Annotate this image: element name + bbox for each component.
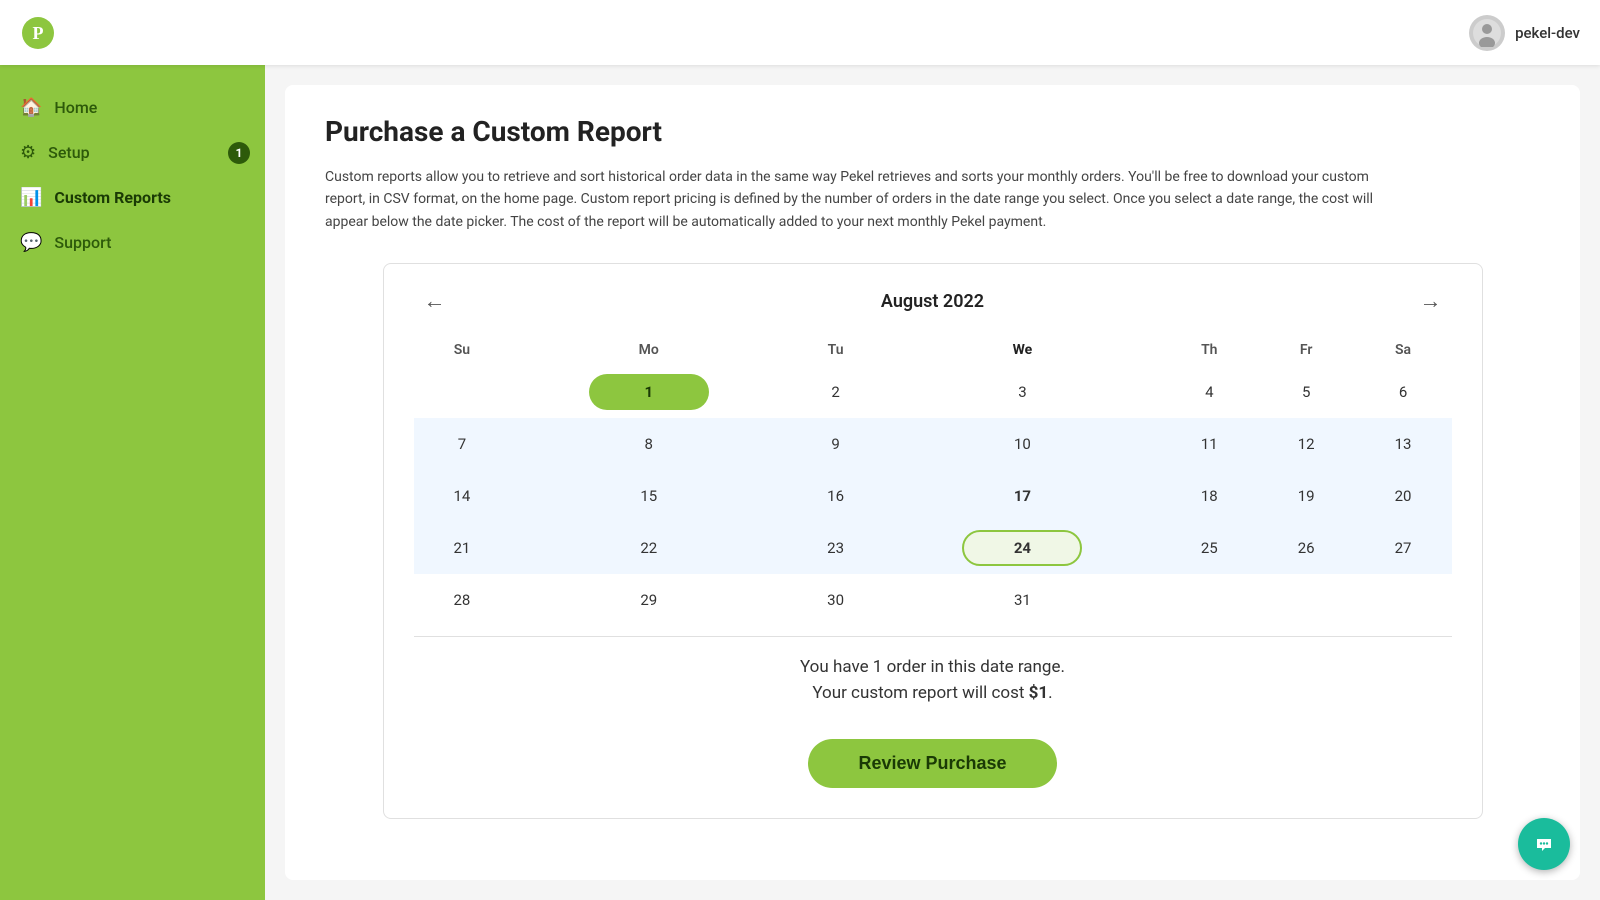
day-15[interactable]: 15 xyxy=(510,470,787,522)
day-23[interactable]: 23 xyxy=(787,522,884,574)
day-empty-4 xyxy=(1355,574,1452,626)
day-3[interactable]: 3 xyxy=(884,366,1161,418)
calendar-week-1: 1 2 3 4 5 6 xyxy=(414,366,1452,418)
day-17[interactable]: 17 xyxy=(884,470,1161,522)
chat-widget[interactable] xyxy=(1518,818,1570,870)
calendar-weekdays-row: Su Mo Tu We Th Fr Sa xyxy=(414,334,1452,366)
avatar xyxy=(1469,15,1505,51)
day-19[interactable]: 19 xyxy=(1258,470,1355,522)
user-info[interactable]: pekel-dev xyxy=(1469,15,1580,51)
day-empty-3 xyxy=(1258,574,1355,626)
username: pekel-dev xyxy=(1515,24,1580,42)
day-27[interactable]: 27 xyxy=(1355,522,1452,574)
next-month-button[interactable]: → xyxy=(1409,284,1451,318)
summary-line1: You have 1 order in this date range. xyxy=(414,657,1452,677)
custom-reports-icon: 📊 xyxy=(20,187,42,208)
day-9[interactable]: 9 xyxy=(787,418,884,470)
weekday-we: We xyxy=(884,334,1161,366)
home-icon: 🏠 xyxy=(20,97,42,118)
sidebar-item-home-label: Home xyxy=(54,98,97,117)
day-29[interactable]: 29 xyxy=(510,574,787,626)
page-description: Custom reports allow you to retrieve and… xyxy=(325,166,1375,233)
weekday-sa: Sa xyxy=(1355,334,1452,366)
day-11[interactable]: 11 xyxy=(1161,418,1258,470)
day-25[interactable]: 25 xyxy=(1161,522,1258,574)
day-empty-2 xyxy=(1161,574,1258,626)
setup-icon: ⚙ xyxy=(20,142,36,163)
day-24[interactable]: 24 xyxy=(884,522,1161,574)
calendar-week-4: 21 22 23 24 25 26 27 xyxy=(414,522,1452,574)
content-area: Purchase a Custom Report Custom reports … xyxy=(265,65,1600,900)
content-card: Purchase a Custom Report Custom reports … xyxy=(285,85,1580,880)
calendar: ← August 2022 → Su Mo Tu We Th Fr Sa xyxy=(383,263,1483,819)
sidebar-item-setup[interactable]: ⚙ Setup 1 xyxy=(0,130,265,175)
calendar-week-2: 7 8 9 10 11 12 13 xyxy=(414,418,1452,470)
summary-line2: Your custom report will cost $1. xyxy=(414,683,1452,703)
day-21[interactable]: 21 xyxy=(414,522,511,574)
setup-badge: 1 xyxy=(228,142,250,164)
calendar-month-label: August 2022 xyxy=(881,291,984,312)
day-31[interactable]: 31 xyxy=(884,574,1161,626)
day-6[interactable]: 6 xyxy=(1355,366,1452,418)
sidebar-item-setup-label: Setup xyxy=(48,143,89,162)
day-13[interactable]: 13 xyxy=(1355,418,1452,470)
calendar-week-3: 14 15 16 17 18 19 20 xyxy=(414,470,1452,522)
day-28[interactable]: 28 xyxy=(414,574,511,626)
sidebar-item-support[interactable]: 💬 Support xyxy=(0,220,265,265)
day-1[interactable]: 1 xyxy=(510,366,787,418)
day-4[interactable]: 4 xyxy=(1161,366,1258,418)
review-purchase-button[interactable]: Review Purchase xyxy=(808,739,1056,788)
day-10[interactable]: 10 xyxy=(884,418,1161,470)
weekday-tu: Tu xyxy=(787,334,884,366)
day-empty-1 xyxy=(414,366,511,418)
sidebar-item-home[interactable]: 🏠 Home xyxy=(0,85,265,130)
day-5[interactable]: 5 xyxy=(1258,366,1355,418)
calendar-header: ← August 2022 → xyxy=(414,284,1452,318)
sidebar-item-custom-reports-label: Custom Reports xyxy=(54,188,171,207)
support-icon: 💬 xyxy=(20,232,42,253)
prev-month-button[interactable]: ← xyxy=(414,284,456,318)
sidebar-item-custom-reports[interactable]: 📊 Custom Reports xyxy=(0,175,265,220)
day-26[interactable]: 26 xyxy=(1258,522,1355,574)
day-18[interactable]: 18 xyxy=(1161,470,1258,522)
sidebar-item-support-label: Support xyxy=(54,233,111,252)
calendar-grid: Su Mo Tu We Th Fr Sa 1 xyxy=(414,334,1452,626)
day-20[interactable]: 20 xyxy=(1355,470,1452,522)
day-12[interactable]: 12 xyxy=(1258,418,1355,470)
calendar-week-5: 28 29 30 31 xyxy=(414,574,1452,626)
review-purchase-wrapper: Review Purchase xyxy=(414,719,1452,798)
day-30[interactable]: 30 xyxy=(787,574,884,626)
sidebar: 🏠 Home ⚙ Setup 1 📊 Custom Reports 💬 Supp… xyxy=(0,65,265,900)
weekday-th: Th xyxy=(1161,334,1258,366)
day-2[interactable]: 2 xyxy=(787,366,884,418)
page-title: Purchase a Custom Report xyxy=(325,115,1540,148)
summary-section: You have 1 order in this date range. You… xyxy=(414,636,1452,719)
weekday-su: Su xyxy=(414,334,511,366)
day-14[interactable]: 14 xyxy=(414,470,511,522)
header: P pekel-dev xyxy=(0,0,1600,65)
main-layout: 🏠 Home ⚙ Setup 1 📊 Custom Reports 💬 Supp… xyxy=(0,65,1600,900)
weekday-mo: Mo xyxy=(510,334,787,366)
day-22[interactable]: 22 xyxy=(510,522,787,574)
svg-text:P: P xyxy=(33,23,44,43)
day-8[interactable]: 8 xyxy=(510,418,787,470)
day-7[interactable]: 7 xyxy=(414,418,511,470)
logo[interactable]: P xyxy=(20,15,56,51)
day-16[interactable]: 16 xyxy=(787,470,884,522)
weekday-fr: Fr xyxy=(1258,334,1355,366)
